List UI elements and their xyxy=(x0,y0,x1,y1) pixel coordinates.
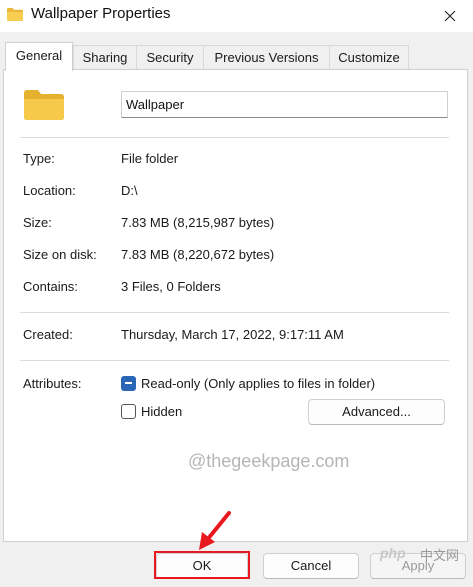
hidden-label[interactable]: Hidden xyxy=(141,404,182,419)
readonly-label[interactable]: Read-only (Only applies to files in fold… xyxy=(141,376,375,391)
tab-label: Previous Versions xyxy=(214,50,319,65)
contains-value: 3 Files, 0 Folders xyxy=(121,279,221,294)
divider xyxy=(20,137,449,138)
divider xyxy=(20,312,449,313)
red-arrow-icon xyxy=(199,511,231,550)
type-label: Type: xyxy=(23,151,55,166)
advanced-button-label: Advanced... xyxy=(342,404,411,419)
created-label: Created: xyxy=(23,327,73,342)
cn-text: 中文网 xyxy=(420,548,460,563)
tab-sharing[interactable]: Sharing xyxy=(73,45,137,69)
created-value: Thursday, March 17, 2022, 9:17:11 AM xyxy=(121,327,344,342)
window-title: Wallpaper Properties xyxy=(31,5,171,22)
tab-general[interactable]: General xyxy=(5,42,73,71)
ok-highlight-box xyxy=(154,551,250,579)
location-value: D:\ xyxy=(121,183,138,198)
tab-label: Customize xyxy=(338,50,400,65)
tab-label: General xyxy=(15,48,63,63)
size-label: Size: xyxy=(23,215,52,230)
attributes-label: Attributes: xyxy=(23,376,82,391)
watermark: @thegeekpage.com xyxy=(188,451,350,471)
close-icon xyxy=(444,10,456,22)
readonly-checkbox[interactable] xyxy=(121,376,136,391)
title-bar: Wallpaper Properties xyxy=(0,0,473,32)
size-on-disk-value: 7.83 MB (8,220,672 bytes) xyxy=(121,247,275,262)
folder-name-input[interactable] xyxy=(121,91,448,118)
cancel-button[interactable]: Cancel xyxy=(263,553,359,579)
close-button[interactable] xyxy=(427,0,473,32)
location-label: Location: xyxy=(23,183,76,198)
size-value: 7.83 MB (8,215,987 bytes) xyxy=(121,215,275,230)
php-logo: php 中文网 xyxy=(380,545,468,567)
type-value: File folder xyxy=(121,151,179,166)
hidden-checkbox[interactable] xyxy=(121,404,136,419)
contains-label: Contains: xyxy=(23,279,78,294)
folder-large-icon xyxy=(24,90,64,120)
php-text: php xyxy=(380,545,406,561)
tab-security[interactable]: Security xyxy=(136,45,204,69)
tab-label: Sharing xyxy=(82,50,128,65)
indeterminate-mark xyxy=(125,382,132,384)
size-on-disk-label: Size on disk: xyxy=(23,247,97,262)
advanced-button[interactable]: Advanced... xyxy=(308,399,445,425)
tab-previous-versions[interactable]: Previous Versions xyxy=(203,45,330,69)
folder-icon xyxy=(7,8,23,21)
tab-label: Security xyxy=(146,50,194,65)
cancel-button-label: Cancel xyxy=(290,558,332,573)
tab-customize[interactable]: Customize xyxy=(329,45,409,69)
divider xyxy=(20,360,449,361)
